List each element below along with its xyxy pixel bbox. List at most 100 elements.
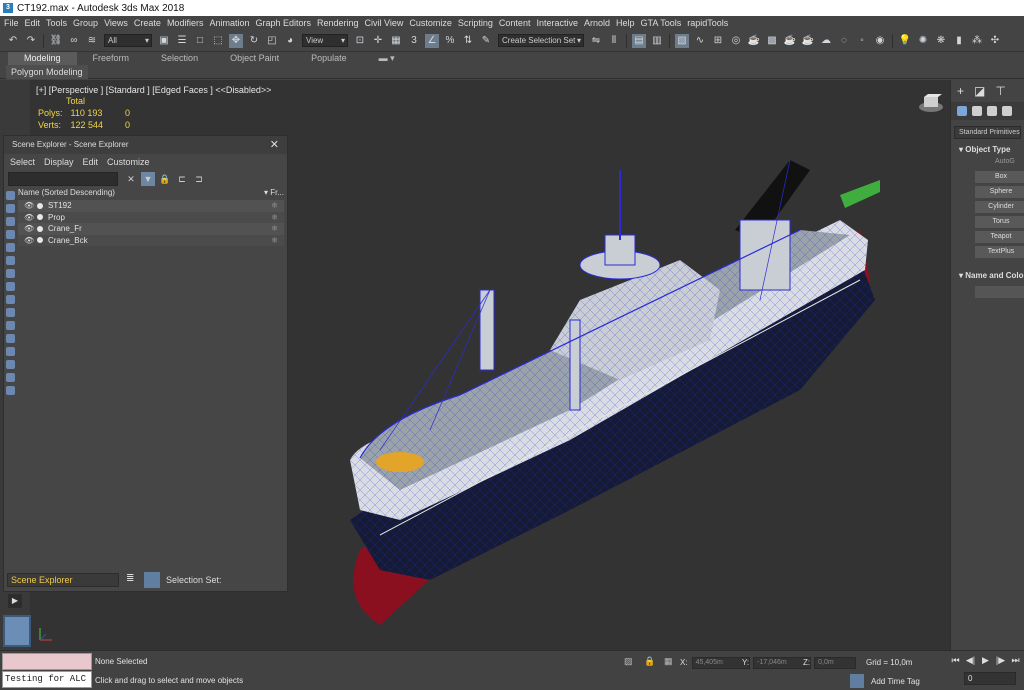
menu-rendering[interactable]: Rendering [317,18,359,28]
menu-scripting[interactable]: Scripting [458,18,493,28]
x-field[interactable]: 45,405m [691,656,750,669]
select-scale-icon[interactable]: ◰ [265,34,279,48]
modify-tab-icon[interactable]: ◪ [974,84,985,98]
mirror-icon[interactable]: ⇋ [589,34,603,48]
menu-create[interactable]: Create [134,18,161,28]
filter-all-icon[interactable] [6,347,15,356]
close-icon[interactable]: ✕ [270,136,279,154]
filter-funnel-icon[interactable] [6,386,15,395]
current-frame-field[interactable]: 0 [964,672,1016,685]
select-by-name-icon[interactable]: ☰ [175,34,189,48]
arnold-light-icon[interactable]: ◦ [855,34,869,48]
go-to-start-icon[interactable]: ⏮ [948,655,963,666]
se-menu-display[interactable]: Display [44,157,74,167]
select-place-icon[interactable]: ◕ [283,34,297,48]
viewport-label[interactable]: [+] [Perspective ] [Standard ] [Edged Fa… [36,85,271,95]
rect-selection-icon[interactable]: □ [193,34,207,48]
torus-button[interactable]: Torus [975,216,1024,228]
filter-helpers-icon[interactable] [6,243,15,252]
filter-containers-icon[interactable] [6,308,15,317]
named-selection-dropdown[interactable]: Create Selection Set [498,34,584,47]
filter-xrefs-icon[interactable] [6,282,15,291]
se-menu-customize[interactable]: Customize [107,157,150,167]
menu-modifiers[interactable]: Modifiers [167,18,204,28]
ribbon-options-icon[interactable]: ▬ ▾ [363,52,411,65]
filter-shapes-icon[interactable] [6,204,15,213]
add-time-tag[interactable]: Add Time Tag [871,677,920,686]
create-tab-icon[interactable]: + [957,84,964,98]
expand-trackbar-icon[interactable]: ▶ [8,594,22,608]
name-column-header[interactable]: Name (Sorted Descending) [18,188,115,199]
clear-search-icon[interactable]: ✕ [124,172,138,186]
autogrid-checkbox[interactable]: AutoG [951,156,1024,168]
sky-icon[interactable]: ❋ [934,34,948,48]
layer-explorer-icon[interactable]: ▥ [650,34,664,48]
cameras-icon[interactable] [1002,106,1012,116]
menu-civil-view[interactable]: Civil View [365,18,404,28]
se-menu-select[interactable]: Select [10,157,35,167]
render-cloud-icon[interactable]: ☁ [819,34,833,48]
filter-groups-icon[interactable] [6,269,15,278]
scene-explorer-titlebar[interactable]: Scene Explorer - Scene Explorer ✕ [4,136,287,154]
menu-interactive[interactable]: Interactive [536,18,578,28]
time-tag-icon[interactable] [850,674,864,688]
filter-geometry-icon[interactable] [6,191,15,200]
layer-hierarchy-icon[interactable]: ⊐ [192,172,206,186]
curve-editor-icon[interactable]: ∿ [693,34,707,48]
se-menu-edit[interactable]: Edit [83,157,99,167]
teapot-button[interactable]: Teapot [975,231,1024,243]
filter-cameras-icon[interactable] [6,230,15,239]
tab-selection[interactable]: Selection [145,52,214,65]
maxscript-input[interactable]: Testing for ALC [2,671,92,688]
redo-icon[interactable]: ↷ [24,34,38,48]
schematic-view-icon[interactable]: ⊞ [711,34,725,48]
bind-spacewarp-icon[interactable]: ≋ [85,34,99,48]
menu-tools[interactable]: Tools [46,18,67,28]
pivot-center-icon[interactable]: ⊡ [353,34,367,48]
primitive-category-dropdown[interactable]: Standard Primitives [954,126,1021,139]
name-color-rollout[interactable]: ▾ Name and Color [951,270,1024,282]
menu-customize[interactable]: Customize [409,18,452,28]
render-production-icon[interactable]: ☕ [783,34,797,48]
arnold-ipr-icon[interactable]: ◉ [873,34,887,48]
angle-snap-icon[interactable]: ∠ [425,33,439,48]
material-editor-icon[interactable]: ◎ [729,34,743,48]
camera-icon[interactable]: ▮ [952,34,966,48]
next-frame-icon[interactable]: |▶ [993,655,1008,666]
menu-content[interactable]: Content [499,18,531,28]
eye-icon[interactable]: 👁 [24,213,34,222]
menu-views[interactable]: Views [104,18,128,28]
link-icon[interactable]: ⛓ [49,34,63,48]
eye-icon[interactable]: 👁 [24,201,34,210]
selection-set-button[interactable] [144,572,160,588]
percent-snap-icon[interactable]: % [443,34,457,48]
viewport-layout-icon[interactable] [3,615,31,647]
object-name-field[interactable] [975,286,1024,298]
list-item[interactable]: 👁 ST192 ❄ [18,200,284,212]
selection-lock-icon[interactable]: 🔒 [644,656,655,666]
previous-frame-icon[interactable]: ◀| [963,655,978,666]
selection-filter-dropdown[interactable]: All [104,34,152,47]
ribbon-toggle-icon[interactable]: ▧ [675,33,689,48]
menu-animation[interactable]: Animation [209,18,249,28]
render-iterative-icon[interactable]: ☕ [801,34,815,48]
snaps-toggle-icon[interactable]: 3 [407,34,421,48]
select-move-icon[interactable]: ✥ [229,33,243,48]
edit-named-selection-icon[interactable]: ✎ [479,34,493,48]
hierarchy-icon[interactable]: ⊏ [175,172,189,186]
list-item[interactable]: 👁 Crane_Bck ❄ [18,234,284,246]
layers-icon[interactable]: ≣ [126,573,140,587]
effect-icon[interactable]: ✣ [988,34,1002,48]
tab-modeling[interactable]: Modeling [8,52,77,65]
filter-bones-icon[interactable] [6,295,15,304]
menu-graph-editors[interactable]: Graph Editors [255,18,311,28]
filter-lights-icon[interactable] [6,217,15,226]
menu-help[interactable]: Help [616,18,635,28]
shapes-icon[interactable] [972,106,982,116]
menu-group[interactable]: Group [73,18,98,28]
arnold-render-icon[interactable]: ◌ [837,34,851,48]
lock-icon[interactable]: 🔒 [158,172,172,186]
lights-icon[interactable] [987,106,997,116]
particle-icon[interactable]: ⁂ [970,34,984,48]
select-rotate-icon[interactable]: ↻ [247,34,261,48]
